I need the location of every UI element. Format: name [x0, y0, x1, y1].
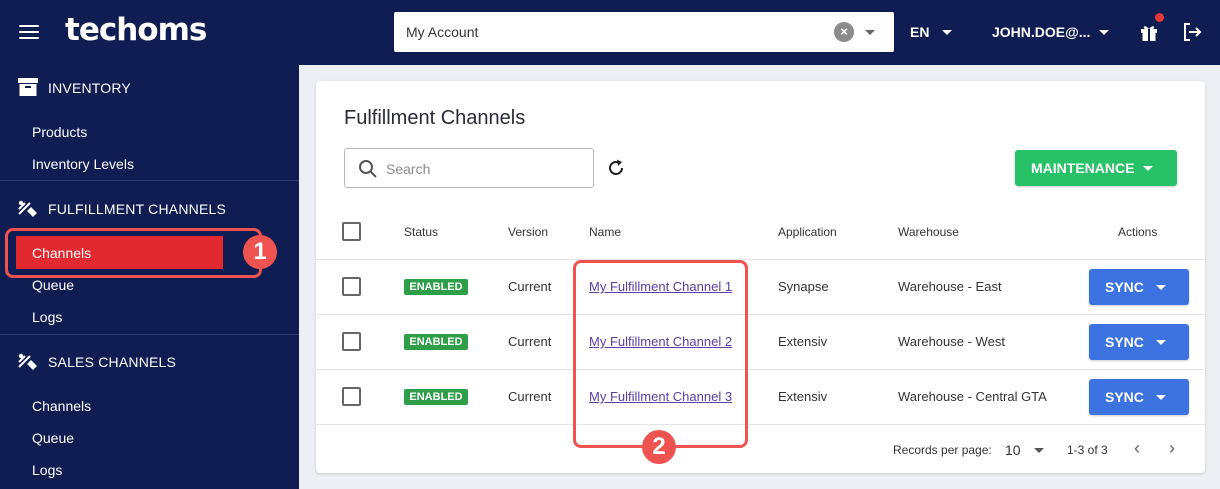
- sidebar-section-fulfillment[interactable]: FULFILLMENT CHANNELS: [0, 186, 299, 230]
- search-input[interactable]: Search: [344, 148, 594, 188]
- page-title: Fulfillment Channels: [344, 107, 526, 129]
- status-badge: ENABLED: [404, 334, 468, 350]
- sync-button[interactable]: SYNC: [1089, 379, 1189, 415]
- version-cell: Current: [508, 389, 552, 404]
- select-all-checkbox[interactable]: [342, 222, 361, 241]
- maintenance-button[interactable]: MAINTENANCE: [1015, 150, 1177, 186]
- logout-icon[interactable]: [1181, 21, 1203, 43]
- chevron-left-icon[interactable]: ‹: [1134, 438, 1140, 459]
- sync-button[interactable]: SYNC: [1089, 324, 1189, 360]
- divider: [0, 334, 299, 335]
- pagination-range: 1-3 of 3: [1067, 443, 1108, 457]
- account-select-value: My Account: [406, 24, 479, 40]
- chevron-down-icon[interactable]: [865, 30, 875, 35]
- divider: [316, 314, 1205, 315]
- annotation-box-1: [5, 228, 262, 278]
- column-header-application[interactable]: Application: [778, 225, 837, 239]
- clear-icon[interactable]: ×: [834, 22, 854, 42]
- column-header-actions: Actions: [1118, 225, 1158, 239]
- gift-icon[interactable]: [1139, 22, 1159, 42]
- column-header-name[interactable]: Name: [589, 225, 621, 239]
- sidebar-item-logs[interactable]: Logs: [32, 309, 62, 325]
- annotation-badge-2: 2: [642, 430, 676, 464]
- divider: [316, 259, 1205, 260]
- warehouse-cell: Warehouse - East: [898, 279, 1002, 294]
- sidebar-section-title: SALES CHANNELS: [48, 354, 177, 370]
- sync-label: SYNC: [1105, 279, 1144, 295]
- row-checkbox[interactable]: [342, 277, 361, 296]
- records-per-page-select[interactable]: 10: [1005, 442, 1021, 458]
- column-header-warehouse[interactable]: Warehouse: [898, 225, 959, 239]
- search-icon: [359, 160, 377, 178]
- column-header-version[interactable]: Version: [508, 225, 548, 239]
- divider: [0, 180, 299, 181]
- sidebar-item-sales-logs[interactable]: Logs: [32, 462, 62, 478]
- sidebar-item-sales-queue[interactable]: Queue: [32, 430, 74, 446]
- archive-icon: [18, 78, 38, 96]
- sidebar-item-sales-channels[interactable]: Channels: [32, 398, 91, 414]
- top-bar: techoms My Account × EN JOHN.DOE@...: [0, 0, 1220, 65]
- sidebar-section-sales[interactable]: SALES CHANNELS: [0, 339, 299, 383]
- sidebar-section-inventory[interactable]: INVENTORY: [0, 65, 299, 109]
- chevron-down-icon[interactable]: [1099, 30, 1109, 35]
- chevron-down-icon: [1156, 285, 1166, 290]
- user-menu[interactable]: JOHN.DOE@...: [992, 24, 1090, 40]
- sync-button[interactable]: SYNC: [1089, 269, 1189, 305]
- sync-label: SYNC: [1105, 389, 1144, 405]
- chevron-down-icon: [1156, 395, 1166, 400]
- maintenance-label: MAINTENANCE: [1031, 160, 1135, 176]
- version-cell: Current: [508, 279, 552, 294]
- channels-icon: [18, 200, 37, 217]
- column-header-status[interactable]: Status: [404, 225, 438, 239]
- account-select[interactable]: My Account ×: [394, 12, 894, 52]
- chevron-down-icon[interactable]: [1034, 448, 1044, 453]
- channels-icon: [18, 353, 37, 370]
- version-cell: Current: [508, 334, 552, 349]
- annotation-badge-1: 1: [243, 235, 277, 269]
- application-cell: Extensiv: [778, 389, 828, 404]
- sidebar-section-title: FULFILLMENT CHANNELS: [48, 201, 227, 217]
- chevron-down-icon: [1156, 340, 1166, 345]
- chevron-down-icon[interactable]: [942, 30, 952, 35]
- status-badge: ENABLED: [404, 279, 468, 295]
- status-badge: ENABLED: [404, 389, 468, 405]
- chevron-down-icon: [1143, 166, 1153, 171]
- chevron-right-icon[interactable]: ›: [1169, 438, 1175, 459]
- sidebar-item-queue[interactable]: Queue: [32, 277, 74, 293]
- divider: [316, 369, 1205, 370]
- sidebar-item-products[interactable]: Products: [32, 124, 87, 140]
- warehouse-cell: Warehouse - Central GTA: [898, 389, 1047, 404]
- row-checkbox[interactable]: [342, 332, 361, 351]
- records-per-page-label: Records per page:: [893, 443, 992, 457]
- annotation-box-2: [573, 260, 748, 448]
- sync-label: SYNC: [1105, 334, 1144, 350]
- language-select[interactable]: EN: [910, 24, 929, 40]
- sidebar-item-inventory-levels[interactable]: Inventory Levels: [32, 156, 134, 172]
- sidebar-section-title: INVENTORY: [48, 80, 131, 96]
- logo: techoms: [65, 12, 207, 48]
- fulfillment-channels-card: Fulfillment Channels Search MAINTENANCE …: [316, 81, 1205, 473]
- search-placeholder: Search: [386, 161, 431, 177]
- application-cell: Synapse: [778, 279, 829, 294]
- warehouse-cell: Warehouse - West: [898, 334, 1005, 349]
- application-cell: Extensiv: [778, 334, 828, 349]
- notification-dot: [1154, 12, 1165, 23]
- divider: [316, 424, 1205, 425]
- row-checkbox[interactable]: [342, 387, 361, 406]
- refresh-icon[interactable]: [606, 158, 626, 178]
- menu-icon[interactable]: [19, 25, 39, 39]
